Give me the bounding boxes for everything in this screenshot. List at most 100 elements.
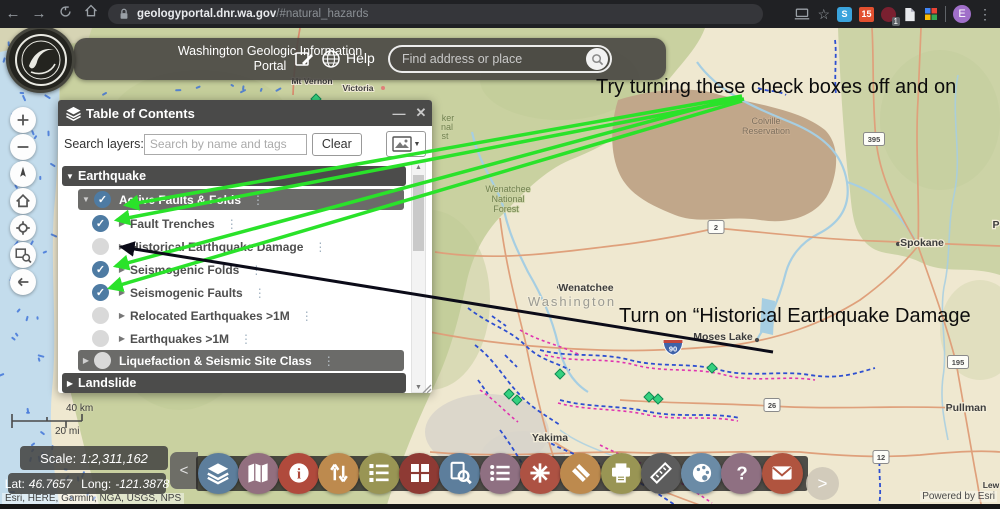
layer-menu-icon[interactable]: ⋮	[226, 219, 238, 229]
layer-menu-icon[interactable]: ⋮	[252, 195, 264, 205]
clear-button[interactable]: Clear	[312, 133, 362, 156]
toolbar-button-print[interactable]	[601, 453, 642, 494]
toc-search-row: Search layers: Clear ▼	[58, 126, 432, 162]
scale-value: 1:2,311,162	[80, 451, 148, 466]
svg-text:195: 195	[952, 358, 965, 367]
layer-seismogenic-faults[interactable]: ✓▶Seismogenic Faults⋮	[58, 281, 432, 304]
toolbar-button-measure[interactable]	[641, 453, 682, 494]
toolbar-button-help[interactable]: ?	[721, 453, 762, 494]
chevron-right-icon[interactable]: ▶	[114, 265, 130, 274]
toc-titlebar[interactable]: Table of Contents — ✕	[58, 100, 432, 126]
back-icon[interactable]: ←	[0, 0, 26, 28]
toolbar-next-arrow[interactable]: >	[806, 467, 839, 500]
chevron-right-icon[interactable]: ▶	[114, 242, 130, 251]
chevron-right-icon[interactable]: ▶	[114, 334, 130, 343]
chevron-right-icon[interactable]: ▶	[78, 356, 94, 365]
group-landslide[interactable]: ▶Landslide	[62, 373, 406, 393]
url-bar[interactable]: geologyportal.dnr.wa.gov/#natural_hazard…	[108, 4, 763, 24]
extension-google-icon[interactable]	[924, 7, 938, 21]
scrollbar-thumb[interactable]	[413, 175, 424, 251]
group-liquefaction-seismic-site-class[interactable]: ▶Liquefaction & Seismic Site Class⋮	[78, 350, 404, 371]
layer-fault-trenches[interactable]: ✓▶Fault Trenches⋮	[58, 212, 432, 235]
forward-icon[interactable]: →	[26, 0, 52, 28]
chevron-down-icon[interactable]: ▼	[62, 172, 78, 181]
map-tool-zoom-in[interactable]	[10, 107, 36, 133]
layer-menu-icon[interactable]: ⋮	[323, 356, 335, 366]
map-tool-previous-extent[interactable]	[10, 269, 36, 295]
basemap-thumbnail-button[interactable]: ▼	[386, 131, 426, 157]
chevron-right-icon[interactable]: ▶	[114, 311, 130, 320]
toolbar-button-identify[interactable]: i	[278, 453, 319, 494]
extension-badge-icon[interactable]: 1	[881, 7, 896, 22]
address-search-input[interactable]	[390, 52, 586, 66]
checkbox-seismogenic-faults[interactable]: ✓	[92, 284, 109, 301]
extension-s-icon[interactable]: S	[837, 7, 852, 22]
group-earthquake[interactable]: ▼Earthquake	[62, 166, 406, 186]
checkbox-fault-trenches[interactable]: ✓	[92, 215, 109, 232]
browser-home-icon[interactable]	[78, 0, 104, 28]
toolbar-button-legend[interactable]	[359, 453, 400, 494]
resize-handle[interactable]	[421, 383, 432, 394]
toolbar-button-epicenters[interactable]	[520, 453, 561, 494]
minimize-icon[interactable]: —	[388, 106, 410, 121]
toolbar-button-query[interactable]	[439, 453, 480, 494]
map-tool-locate[interactable]	[10, 215, 36, 241]
checkbox-historical-earthquake-damage[interactable]	[92, 238, 109, 255]
extension-page-icon[interactable]	[903, 7, 917, 22]
layer-menu-icon[interactable]: ⋮	[254, 288, 266, 298]
cast-icon[interactable]	[794, 7, 810, 21]
help-link[interactable]: Help	[346, 50, 375, 66]
chevron-down-icon: ▼	[414, 141, 421, 148]
image-icon	[392, 136, 412, 152]
layer-seismogenic-folds[interactable]: ✓▶Seismogenic Folds⋮	[58, 258, 432, 281]
map-tool-compass[interactable]	[10, 161, 36, 187]
globe-icon[interactable]	[319, 47, 343, 71]
reload-icon[interactable]	[52, 0, 78, 28]
layer-menu-icon[interactable]: ⋮	[301, 311, 313, 321]
browser-menu-icon[interactable]: ⋮	[978, 6, 992, 23]
group-label: Landslide	[78, 376, 136, 390]
map-tool-zoom-extent[interactable]	[10, 242, 36, 268]
extension-15-icon[interactable]: 15	[859, 7, 874, 22]
profile-avatar[interactable]: E	[953, 5, 971, 23]
layer-menu-icon[interactable]: ⋮	[314, 242, 326, 252]
close-icon[interactable]: ✕	[410, 105, 432, 121]
layer-earthquakes-1m[interactable]: ▶Earthquakes >1M⋮	[58, 327, 432, 350]
checkbox-liquefaction-seismic-site-class[interactable]	[94, 352, 111, 369]
checkbox-earthquakes-1m[interactable]	[92, 330, 109, 347]
browser-toolbar: ← → geologyportal.dnr.wa.gov/#natural_ha…	[0, 0, 1000, 28]
checkbox-seismogenic-folds[interactable]: ✓	[92, 261, 109, 278]
map-tool-home[interactable]	[10, 188, 36, 214]
svg-text:26: 26	[768, 401, 776, 410]
toolbar-button-swipe[interactable]	[318, 453, 359, 494]
bookmark-star-icon[interactable]: ☆	[817, 6, 830, 23]
sketch-tool-icon[interactable]	[292, 47, 316, 71]
toolbar-button-eraser[interactable]	[560, 453, 601, 494]
map-tool-zoom-out[interactable]	[10, 134, 36, 160]
toolbar-button-draw[interactable]	[681, 453, 722, 494]
toolbar-button-contact[interactable]	[762, 453, 803, 494]
layer-historical-earthquake-damage[interactable]: ▶Historical Earthquake Damage⋮	[58, 235, 432, 258]
chevron-right-icon[interactable]: ▶	[114, 219, 130, 228]
layer-menu-icon[interactable]: ⋮	[240, 334, 252, 344]
checkbox-relocated-earthquakes-1m[interactable]	[92, 307, 109, 324]
toolbar-button-map-gallery[interactable]	[238, 453, 279, 494]
layer-relocated-earthquakes-1m[interactable]: ▶Relocated Earthquakes >1M⋮	[58, 304, 432, 327]
layer-menu-icon[interactable]: ⋮	[250, 265, 262, 275]
search-icon[interactable]	[586, 48, 608, 70]
toc-scrollbar[interactable]: ▲ ▼	[411, 162, 426, 393]
chevron-down-icon[interactable]: ▼	[78, 195, 94, 204]
toolbar-button-bookmarks[interactable]	[480, 453, 521, 494]
group-label: Earthquake	[78, 169, 146, 183]
bottom-strip	[0, 504, 1000, 509]
toolbar-button-basemaps[interactable]	[399, 453, 440, 494]
toolbar-collapse-arrow[interactable]: <	[170, 452, 198, 489]
layer-search-input[interactable]	[144, 134, 307, 155]
toolbar-button-table-of-contents[interactable]	[198, 453, 239, 494]
chevron-right-icon[interactable]: ▶	[114, 288, 130, 297]
scroll-up-icon[interactable]: ▲	[412, 164, 425, 171]
group-active-faults-folds[interactable]: ▼✓Active Faults & Folds⋮	[78, 189, 404, 210]
checkbox-active-faults-folds[interactable]: ✓	[94, 191, 111, 208]
map-label-washington: Washington	[528, 294, 616, 309]
chevron-right-icon[interactable]: ▶	[62, 379, 78, 388]
